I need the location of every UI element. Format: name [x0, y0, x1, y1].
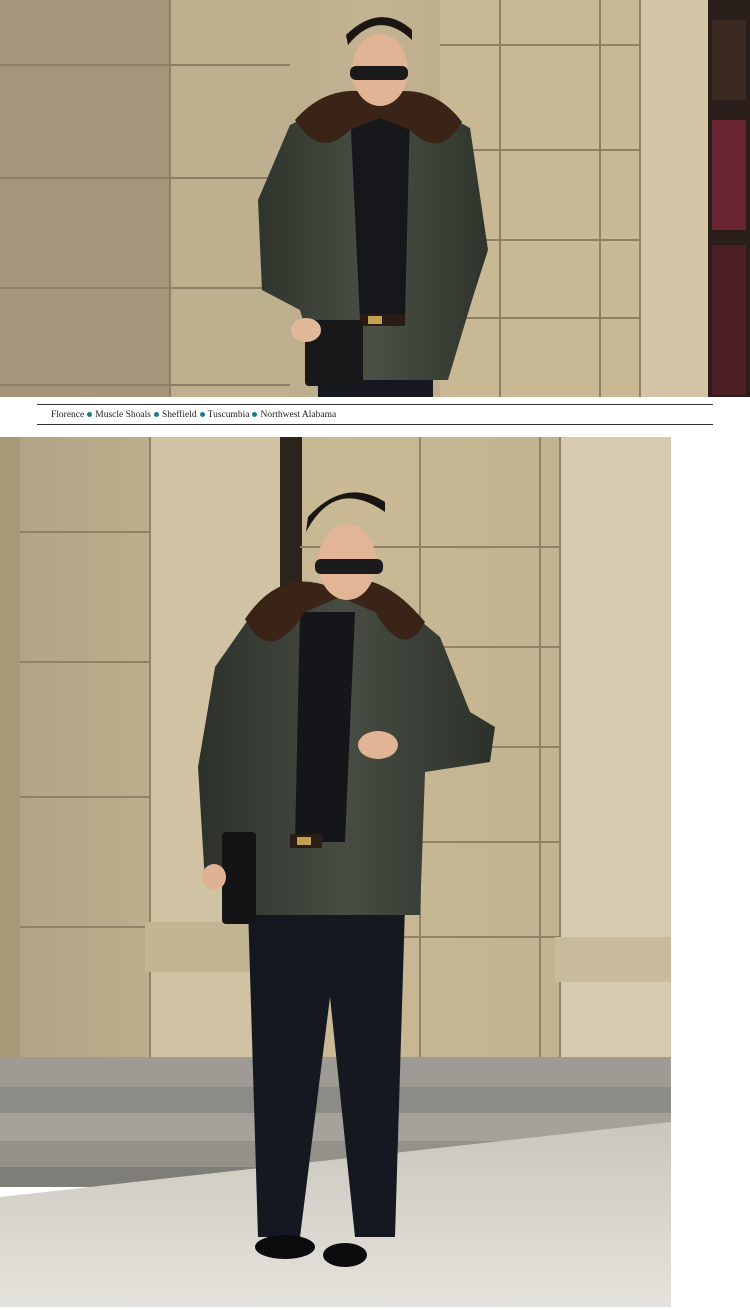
bullet-dot-icon	[199, 412, 205, 417]
nav-label: Northwest Alabama	[260, 409, 337, 420]
nav-label: Florence	[51, 409, 85, 420]
product-photo-bottom	[0, 437, 671, 1307]
photo-bottom-illustration	[0, 437, 671, 1307]
location-nav-strip: Florence Muscle Shoals Sheffield Tuscumb…	[37, 404, 713, 425]
nav-item-muscle-shoals[interactable]: Muscle Shoals	[95, 410, 151, 420]
product-photo-top	[0, 0, 750, 397]
nav-item-sheffield[interactable]: Sheffield	[162, 410, 197, 420]
nav-label: Sheffield	[161, 409, 197, 420]
nav-label: Tuscumbia	[207, 409, 250, 420]
bullet-dot-icon	[252, 412, 258, 417]
nav-label: Muscle Shoals	[95, 409, 151, 420]
nav-item-tuscumbia[interactable]: Tuscumbia	[208, 410, 250, 420]
bullet-dot-icon	[87, 412, 93, 417]
nav-item-northwest-alabama[interactable]: Northwest Alabama	[260, 410, 336, 420]
bullet-dot-icon	[153, 412, 159, 417]
photo-top-illustration	[0, 0, 750, 397]
nav-item-florence[interactable]: Florence	[51, 410, 84, 420]
